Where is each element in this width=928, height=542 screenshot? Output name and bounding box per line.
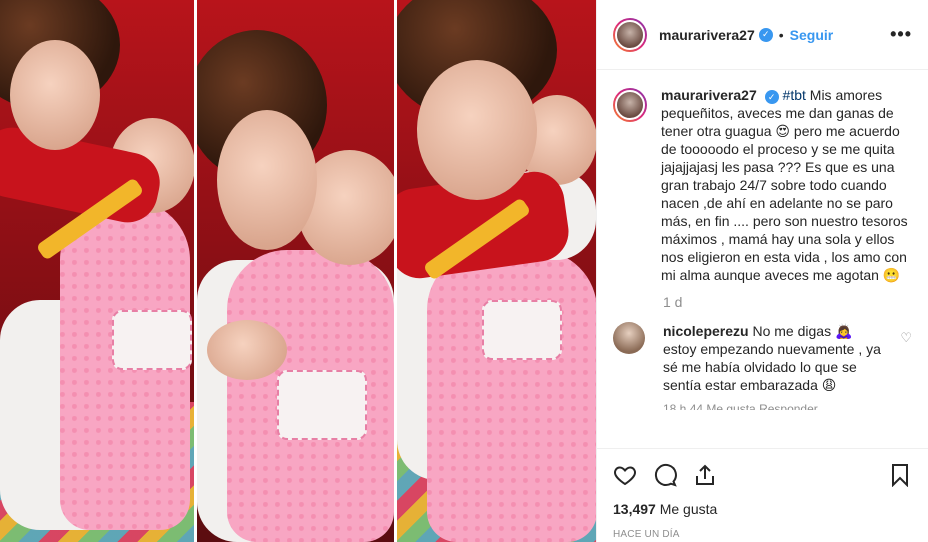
comment-bubble-icon[interactable] <box>653 463 677 487</box>
caption-text: maurarivera27 ✓ #tbt Mis amores pequeñit… <box>661 86 912 284</box>
action-icons <box>613 455 912 495</box>
photo-panel-1 <box>0 0 194 542</box>
comment-meta: 18 h 44 Me gusta Responder <box>663 402 818 410</box>
author-username[interactable]: maurarivera27 <box>659 27 755 43</box>
commenter-avatar[interactable] <box>613 322 645 354</box>
post-date[interactable]: HACE UN DÍA <box>613 529 912 540</box>
post-caption: maurarivera27 ✓ #tbt Mis amores pequeñit… <box>613 86 912 284</box>
caption-timestamp[interactable]: 1 d <box>663 294 912 310</box>
more-options-icon[interactable]: ••• <box>890 24 912 45</box>
photo-panel-3 <box>397 0 596 542</box>
share-icon[interactable] <box>693 463 717 487</box>
follow-button[interactable]: Seguir <box>790 27 834 43</box>
comment-like-heart-icon[interactable]: ♡ <box>900 330 912 346</box>
header-separator: • <box>778 26 784 43</box>
verified-badge-icon: ✓ <box>758 27 773 42</box>
commenter-username[interactable]: nicoleperezu <box>663 323 749 339</box>
like-heart-icon[interactable] <box>613 463 637 487</box>
caption-hashtag[interactable]: #tbt <box>783 87 806 103</box>
comment-item: nicoleperezu No me digas 🙇‍♀️ estoy empe… <box>613 322 912 394</box>
caption-body-text: Mis amores pequeñitos, aveces me dan gan… <box>661 87 908 283</box>
instagram-post: maurarivera27 ✓ • Seguir ••• maurarivera… <box>0 0 928 542</box>
likes-label: Me gusta <box>659 501 718 517</box>
likes-number: 13,497 <box>613 501 656 517</box>
caption-username[interactable]: maurarivera27 <box>661 87 757 103</box>
caption-verified-icon: ✓ <box>764 90 779 104</box>
post-actions: 13,497 Me gusta HACE UN DÍA <box>597 448 928 542</box>
post-photo[interactable] <box>0 0 596 542</box>
post-header: maurarivera27 ✓ • Seguir ••• <box>597 0 928 70</box>
likes-count[interactable]: 13,497 Me gusta <box>613 501 912 517</box>
photo-panel-2 <box>197 0 394 542</box>
comment-text: nicoleperezu No me digas 🙇‍♀️ estoy empe… <box>663 322 883 394</box>
save-bookmark-icon[interactable] <box>888 463 912 488</box>
author-avatar[interactable] <box>613 17 647 52</box>
caption-avatar[interactable] <box>613 88 647 122</box>
post-sidebar: maurarivera27 ✓ • Seguir ••• maurarivera… <box>596 0 928 542</box>
comments-section[interactable]: maurarivera27 ✓ #tbt Mis amores pequeñit… <box>597 70 928 448</box>
